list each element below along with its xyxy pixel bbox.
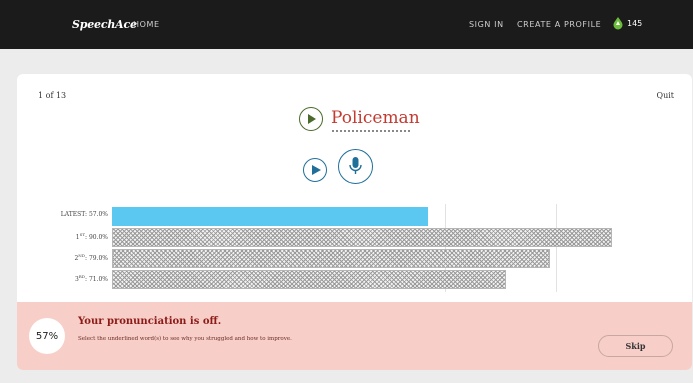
skip-button[interactable]: Skip <box>598 335 673 357</box>
score-circle: 57% <box>29 318 65 354</box>
score-label-2nd: 2ND: 79.0% <box>74 253 108 262</box>
play-word-button[interactable] <box>299 107 323 131</box>
score-label-3rd: 3RD: 71.0% <box>74 274 108 283</box>
lesson-card: 1 of 13 Quit Policeman LATEST: 57.0% 1ST… <box>17 74 692 370</box>
feedback-title: Your pronunciation is off. <box>78 316 222 327</box>
score-bar-2nd <box>112 249 550 268</box>
nav-home-link[interactable]: HOME <box>133 20 160 29</box>
microphone-icon <box>349 157 362 174</box>
score-label-1st: 1ST: 90.0% <box>75 232 108 241</box>
word-underline <box>332 130 410 132</box>
quit-link[interactable]: Quit <box>657 91 674 100</box>
score-bar-1st <box>112 228 612 247</box>
play-icon <box>312 165 321 175</box>
record-button[interactable] <box>338 149 373 184</box>
feedback-subtitle: Select the underlined word(s) to see why… <box>78 336 292 342</box>
score-bar-3rd <box>112 270 506 289</box>
points-badge[interactable]: 145 <box>611 16 642 30</box>
drop-icon <box>613 17 623 30</box>
score-label-latest: LATEST: 57.0% <box>60 211 108 218</box>
word-counter: 1 of 13 <box>38 91 67 100</box>
grid-line <box>556 204 557 292</box>
nav-create-profile-link[interactable]: CREATE A PROFILE <box>517 20 601 29</box>
target-word[interactable]: Policeman <box>331 108 420 128</box>
points-count: 145 <box>627 18 643 28</box>
nav-sign-in-link[interactable]: SIGN IN <box>469 20 504 29</box>
logo[interactable]: SpeechAce <box>72 18 137 31</box>
top-nav-bar: SpeechAce HOME SIGN IN CREATE A PROFILE … <box>0 0 693 49</box>
feedback-panel: 57% Your pronunciation is off. Select th… <box>17 302 692 370</box>
play-icon <box>308 114 316 124</box>
play-recording-button[interactable] <box>303 158 327 182</box>
score-bar-latest <box>112 207 428 226</box>
